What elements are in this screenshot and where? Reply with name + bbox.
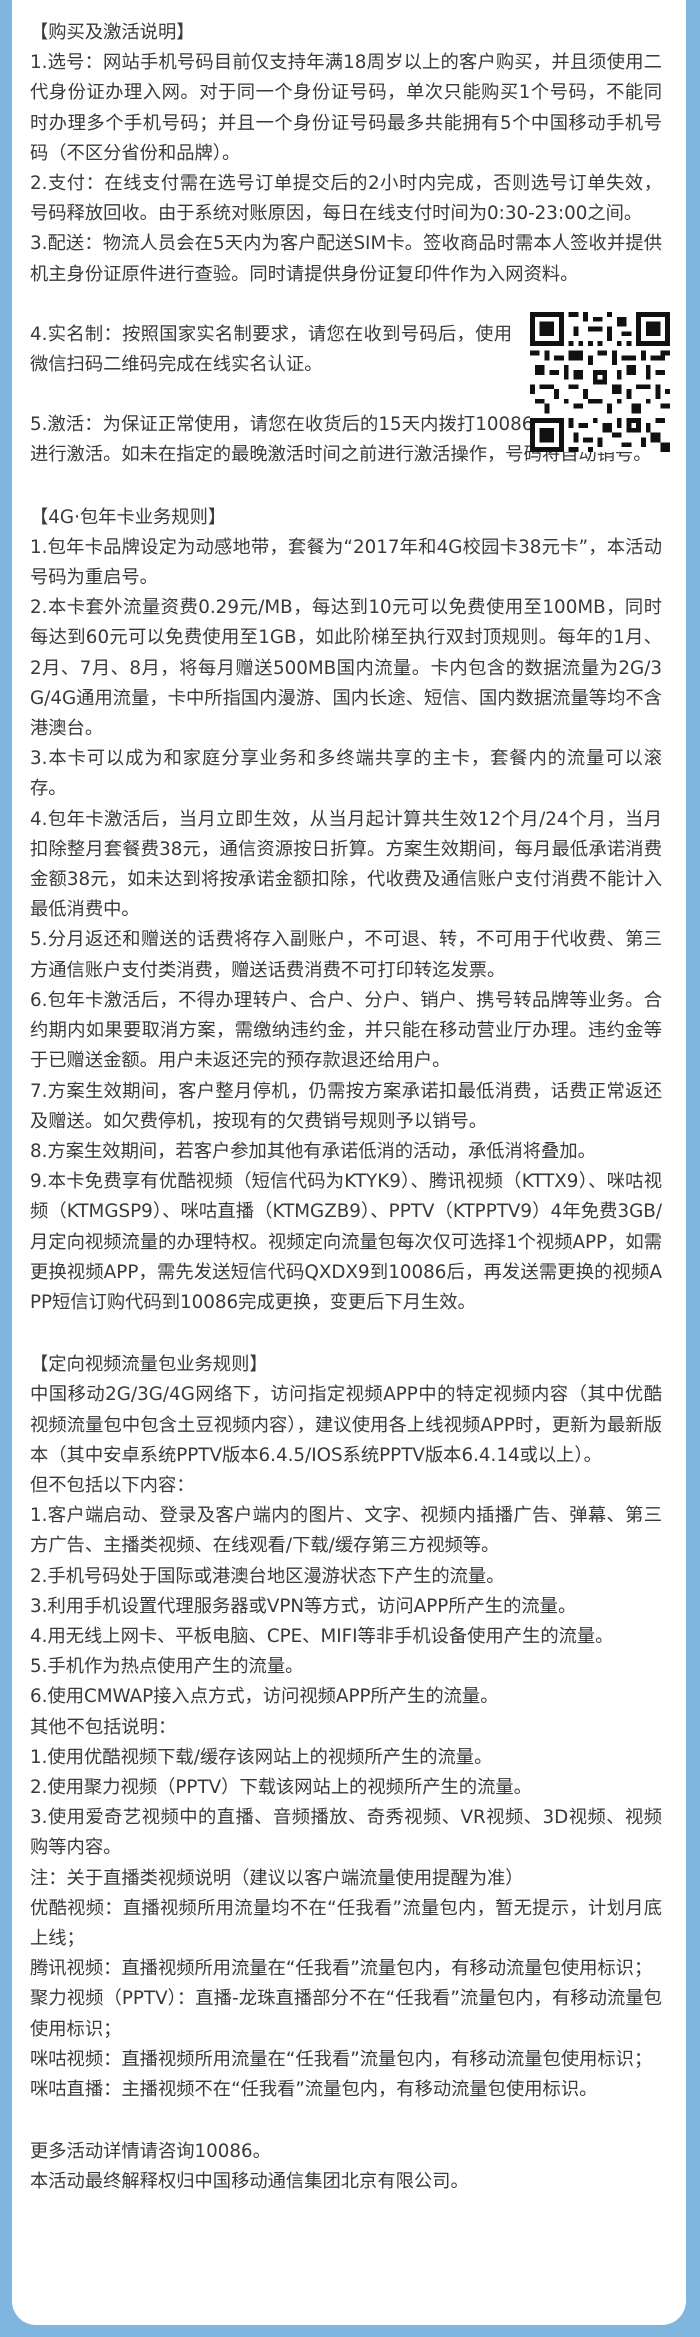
video-note-tencent: 腾讯视频：直播视频所用流量在“任我看”流量包内，有移动流量包使用标识； xyxy=(30,1958,653,1980)
video-other-1: 1.使用优酷视频下载/缓存该网站上的视频所产生的流量。 xyxy=(30,1746,493,1768)
plan-item-2: 2.本卡套外流量资费0.29元/MB，每达到10元可以免费使用至100MB，同时… xyxy=(30,597,662,740)
video-note-migu-live: 咪咕直播：主播视频不在“任我看”流量包内，有移动流量包使用标识。 xyxy=(30,2079,598,2100)
video-other-2: 2.使用聚力视频（PPTV）下载该网站上的视频所产生的流量。 xyxy=(30,1776,532,1798)
video-note-heading: 注：关于直播类视频说明（建议以客户端流量使用提醒为准） xyxy=(30,1867,524,1889)
footer-consult: 更多活动详情请咨询10086。 xyxy=(30,2141,271,2163)
plan-item-3: 3.本卡可以成为和家庭分享业务和多终端共享的主卡，套餐内的流量可以滚存。 xyxy=(30,748,662,800)
video-other-3: 3.使用爱奇艺视频中的直播、音频播放、奇秀视频、VR视频、3D视频、视频购等内容… xyxy=(30,1807,662,1859)
purchase-heading: 【购买及激活说明】 xyxy=(30,22,195,43)
purchase-item-2: 2.支付：在线支付需在选号订单提交后的2小时内完成，否则选号订单失效，号码释放回… xyxy=(30,173,662,225)
video-heading: 【定向视频流量包业务规则】 xyxy=(30,1354,268,1376)
plan-item-7: 7.方案生效期间，客户整月停机，仍需按方案承诺扣最低消费，话费正常返还及赠送。如… xyxy=(30,1080,662,1132)
purchase-item-1: 1.选号：网站手机号码目前仅支持年满18周岁以上的客户购买，并且须使用二代身份证… xyxy=(30,52,662,164)
purchase-item-3: 3.配送：物流人员会在5天内为客户配送SIM卡。签收商品时需本人签收并提供机主身… xyxy=(30,233,662,285)
realname-row: 4.实名制：按照国家实名制要求，请您在收到号码后，使用微信扫码二维码完成在线实名… xyxy=(30,311,670,452)
plan-item-1: 1.包年卡品牌设定为动感地带，套餐为“2017年和4G校园卡38元卡”，本活动号… xyxy=(30,536,662,589)
video-exclude-3: 3.利用手机设置代理服务器或VPN等方式，访问APP所产生的流量。 xyxy=(30,1595,577,1617)
plan-item-6: 6.包年卡激活后，不得办理转户、合户、分户、销户、携号转品牌等业务。合约期内如果… xyxy=(30,989,662,1072)
plan-section: 【4G·包年卡业务规则】 1.包年卡品牌设定为动感地带，套餐为“2017年和4G… xyxy=(30,503,662,1318)
plan-item-5: 5.分月返还和赠送的话费将存入副账户，不可退、转，不可用于代收费、第三方通信账户… xyxy=(30,929,662,981)
plan-item-8: 8.方案生效期间，若客户参加其他有承诺低消的活动，承低消将叠加。 xyxy=(30,1140,596,1162)
video-exclude-1: 1.客户端启动、登录及客户端内的图片、文字、视频内插播广告、弹幕、第三方广告、主… xyxy=(30,1505,662,1557)
qr-code-icon xyxy=(530,311,670,452)
video-intro: 中国移动2G/3G/4G网络下，访问指定视频APP中的特定视频内容（其中优酷视频… xyxy=(30,1384,662,1466)
video-exclude-6: 6.使用CMWAP接入点方式，访问视频APP所产生的流量。 xyxy=(30,1686,499,1708)
plan-item-4: 4.包年卡激活后，当月立即生效，从当月起计算共生效12个月/24个月，当月扣除整… xyxy=(30,808,662,921)
plan-item-9: 9.本卡免费享有优酷视频（短信代码为KTYK9）、腾讯视频（KTTX9）、咪咕视… xyxy=(30,1171,662,1313)
video-excludes-heading: 但不包括以下内容： xyxy=(30,1474,195,1496)
footer-section: 更多活动详情请咨询10086。 本活动最终解释权归中国移动通信集团北京有限公司。 xyxy=(30,2137,662,2197)
plan-heading: 【4G·包年卡业务规则】 xyxy=(30,506,227,528)
video-exclude-5: 5.手机作为热点使用产生的流量。 xyxy=(30,1656,304,1678)
video-exclude-4: 4.用无线上网卡、平板电脑、CPE、MIFI等非手机设备使用产生的流量。 xyxy=(30,1625,614,1647)
video-section: 【定向视频流量包业务规则】 中国移动2G/3G/4G网络下，访问指定视频APP中… xyxy=(30,1350,662,2105)
video-note-youku: 优酷视频：直播视频所用流量均不在“任我看”流量包内，暂无提示，计划月底上线； xyxy=(30,1897,662,1949)
video-exclude-2: 2.手机号码处于国际或港澳台地区漫游状态下产生的流量。 xyxy=(30,1565,505,1587)
video-note-migu-video: 咪咕视频：直播视频所用流量在“任我看”流量包内，有移动流量包使用标识； xyxy=(30,2048,653,2070)
rules-card: 【购买及激活说明】 1.选号：网站手机号码目前仅支持年满18周岁以上的客户购买，… xyxy=(12,0,686,2325)
video-other-heading: 其他不包括说明： xyxy=(30,1716,177,1738)
video-note-pptv: 聚力视频（PPTV）：直播-龙珠直播部分不在“任我看”流量包内，有移动流量包使用… xyxy=(30,1988,662,2040)
purchase-section: 【购买及激活说明】 1.选号：网站手机号码目前仅支持年满18周岁以上的客户购买，… xyxy=(30,18,670,471)
footer-rights: 本活动最终解释权归中国移动通信集团北京有限公司。 xyxy=(30,2171,469,2193)
